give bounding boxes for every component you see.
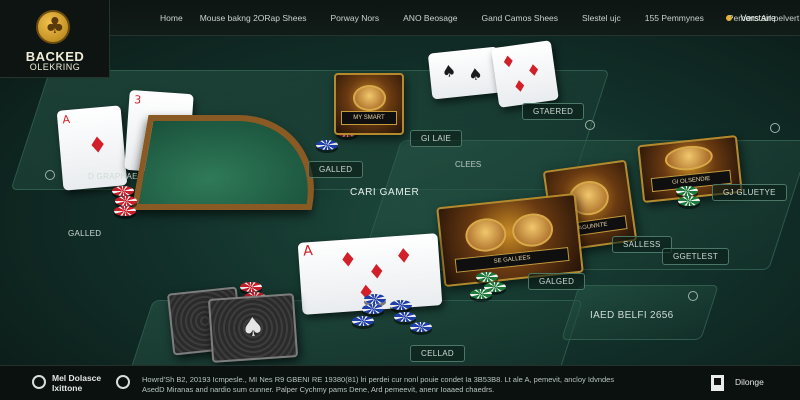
footer-line2: AsedD Miranas and nardio sum cunner. Pal… bbox=[142, 385, 495, 394]
panel-settings-icon[interactable] bbox=[45, 170, 55, 180]
diamond-icon: ♦ bbox=[338, 246, 358, 273]
spade-icon: ♠ bbox=[467, 64, 484, 85]
nav-right-label[interactable]: Verstaire bbox=[740, 13, 776, 23]
nav-item-7[interactable]: 155 Pemmynes bbox=[645, 13, 704, 23]
blue-chip[interactable] bbox=[316, 140, 338, 150]
bottom-pill[interactable]: CELLAD bbox=[410, 345, 465, 362]
green-chip[interactable] bbox=[676, 186, 698, 196]
footer-bar: Mel Dolasce Ixittone Howrd'Sh B2, 20193 … bbox=[0, 365, 800, 400]
diamond-icon: ♦ bbox=[511, 75, 529, 97]
spade-icon: ♠ bbox=[440, 60, 458, 82]
card-rank: A bbox=[302, 242, 314, 260]
top-nav-bar: Home Mouse bakng 2ORap Shees Porway Nors… bbox=[0, 0, 800, 36]
dark-card-spade[interactable]: ♠ bbox=[207, 293, 299, 363]
footer-brand-line1: Mel Dolasce bbox=[52, 373, 102, 383]
art-card-top[interactable]: MY SMART bbox=[334, 73, 404, 135]
panel-expand-icon[interactable] bbox=[688, 291, 698, 301]
center-subtitle: CLEES bbox=[455, 160, 482, 169]
qr-icon[interactable] bbox=[711, 375, 724, 391]
card-rank: A bbox=[61, 112, 71, 127]
blue-chip[interactable] bbox=[394, 312, 416, 322]
green-chip[interactable] bbox=[470, 289, 492, 299]
art-card-pill[interactable]: GI LAIE bbox=[410, 130, 463, 147]
search-icon[interactable] bbox=[116, 375, 130, 389]
card-rank: 3 bbox=[133, 93, 142, 107]
panel-info-icon-2[interactable] bbox=[770, 123, 780, 133]
footer-right-label[interactable]: Dilonge bbox=[735, 377, 764, 387]
center-title: CARI GAMER bbox=[350, 187, 420, 198]
red-chip[interactable] bbox=[115, 196, 137, 206]
bottom-label: IAED BELFI 2656 bbox=[590, 310, 674, 321]
diamond-icon: ♦ bbox=[499, 51, 517, 73]
cards-pill[interactable]: GTAERED bbox=[522, 103, 585, 120]
art-face bbox=[510, 211, 555, 249]
art-banner: SE GALLEES bbox=[454, 247, 570, 274]
footer-brand[interactable]: Mel Dolasce Ixittone bbox=[52, 373, 101, 393]
red-chip[interactable] bbox=[114, 206, 136, 216]
blue-chip[interactable] bbox=[364, 294, 386, 304]
art-face bbox=[663, 143, 714, 173]
red-spot-card[interactable]: ♦ ♦ ♦ bbox=[491, 40, 559, 108]
art-face bbox=[352, 85, 386, 111]
nav-item-2[interactable]: Mouse bakng 2ORap Shees bbox=[200, 13, 307, 23]
logo-line2: OLEKRING bbox=[29, 62, 81, 72]
nav-item-4[interactable]: ANO Beosage bbox=[403, 13, 457, 23]
nav-item-home[interactable]: Home bbox=[160, 13, 183, 23]
diamond-icon: ♦ bbox=[86, 132, 109, 160]
right-art-pill[interactable]: GJ GLUETYE bbox=[712, 184, 787, 201]
card-caption: D GRAPHAER bbox=[88, 172, 144, 181]
diamond-icon: ♦ bbox=[525, 59, 543, 81]
blue-chip[interactable] bbox=[410, 322, 432, 332]
brand-logo-icon[interactable] bbox=[32, 375, 46, 389]
art-face bbox=[464, 216, 509, 254]
right-pill[interactable]: GGETLEST bbox=[662, 248, 730, 265]
red-chip[interactable] bbox=[240, 282, 262, 292]
nav-item-6[interactable]: Slestel ujc bbox=[582, 13, 621, 23]
green-chip[interactable] bbox=[476, 272, 498, 282]
nav-item-3[interactable]: Porway Nors bbox=[330, 13, 379, 23]
red-chip[interactable] bbox=[112, 186, 134, 196]
nav-item-5[interactable]: Gand Camos Shees bbox=[481, 13, 558, 23]
status-dot-icon bbox=[726, 15, 733, 21]
blue-chip[interactable] bbox=[362, 304, 384, 314]
green-chip[interactable] bbox=[678, 196, 700, 206]
nav-right[interactable]: Verstaire bbox=[726, 0, 776, 36]
spade-icon: ♠ bbox=[240, 312, 266, 344]
blue-chip[interactable] bbox=[390, 300, 412, 310]
diamond-icon: ♦ bbox=[393, 243, 414, 269]
art-banner: MY SMART bbox=[341, 110, 397, 125]
blue-chip[interactable] bbox=[352, 316, 374, 326]
footer-brand-line2: Ixittone bbox=[52, 383, 83, 393]
panel-info-icon[interactable] bbox=[585, 120, 595, 130]
footer-line1: Howrd'Sh B2, 20193 Icmpesle., MI Nes R9 … bbox=[142, 375, 615, 384]
table-pill[interactable]: GALLED bbox=[308, 161, 364, 178]
mid-chips-label[interactable]: GALGED bbox=[528, 273, 586, 290]
footer-text: Howrd'Sh B2, 20193 Icmpesle., MI Nes R9 … bbox=[142, 375, 614, 395]
logo[interactable]: BACKED OLEKRING bbox=[0, 0, 110, 78]
top-left-pill[interactable]: GALLED bbox=[68, 229, 101, 238]
club-logo-icon bbox=[36, 10, 70, 44]
main-nav: Home Mouse bakng 2ORap Shees Porway Nors… bbox=[160, 0, 800, 36]
